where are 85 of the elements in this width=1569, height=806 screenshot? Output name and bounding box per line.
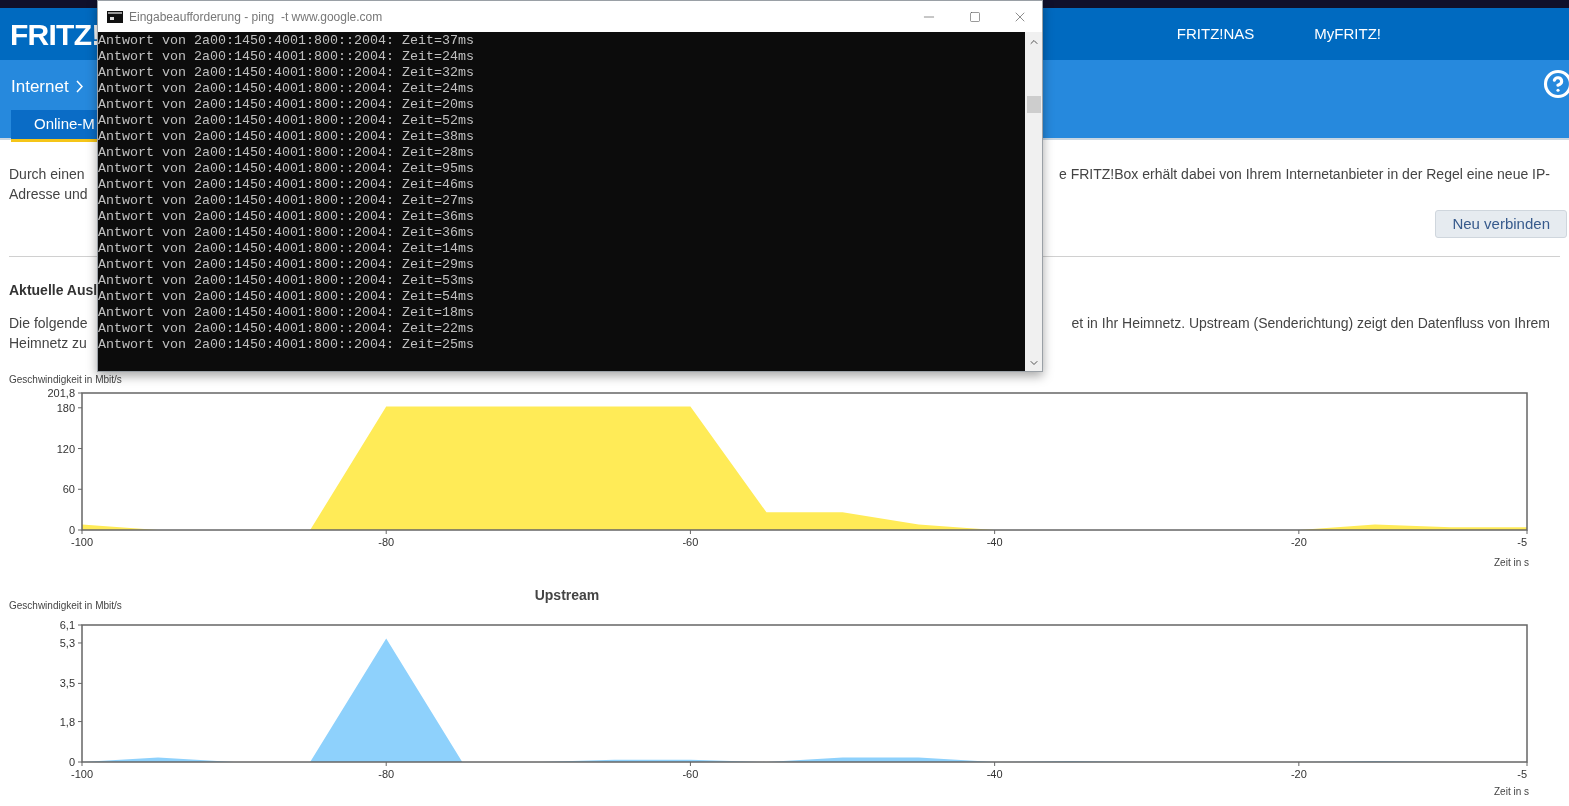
paragraph-text: et in Ihr Heimnetz. Upstream (Senderichtung) zeigt den Datenfluss von Ihrem — [1071, 314, 1550, 333]
y-tick-label: 180 — [56, 401, 75, 414]
scrollbar[interactable] — [1025, 32, 1042, 371]
y-tick-label: 5,3 — [59, 636, 75, 649]
y-tick-label: 5,3 — [59, 636, 83, 649]
x-tick-label: -60 — [682, 529, 699, 548]
x-tick-label: -20 — [1290, 761, 1307, 780]
y-tick-label: 1,8 — [59, 715, 75, 728]
x-tick-label: -100 — [70, 768, 94, 780]
y-tick-label: 1,8 — [59, 715, 83, 728]
x-tick-label: -5 — [1517, 768, 1527, 780]
y-tick-label: 0 — [68, 524, 75, 536]
reconnect-button[interactable]: Neu verbinden — [1435, 210, 1567, 238]
console-line: Antwort von 2a00:1450:4001:800::2004: Zeit=20ms — [98, 97, 474, 113]
console-line: Antwort von 2a00:1450:4001:800::2004: Zeit=18ms — [98, 305, 474, 321]
paragraph-text: Die folgende — [9, 314, 88, 333]
x-tick-label: -40 — [986, 536, 1003, 548]
breadcrumb-link[interactable]: Internet — [11, 74, 69, 100]
x-tick-label: -80 — [378, 761, 395, 780]
x-tick-label: -20 — [1290, 768, 1307, 780]
x-tick-label: -100 — [70, 536, 94, 548]
x-tick-label: -60 — [682, 536, 699, 548]
y-tick-label: 0 — [68, 756, 83, 768]
console-line: Antwort von 2a00:1450:4001:800::2004: Zeit=36ms — [98, 209, 474, 225]
console-line: Antwort von 2a00:1450:4001:800::2004: Zeit=53ms — [98, 273, 474, 289]
console-line: Antwort von 2a00:1450:4001:800::2004: Zeit=95ms — [98, 161, 474, 177]
console-line: Antwort von 2a00:1450:4001:800::2004: Zeit=28ms — [98, 145, 474, 161]
console-line: Antwort von 2a00:1450:4001:800::2004: Zeit=25ms — [98, 337, 474, 353]
console-line: Antwort von 2a00:1450:4001:800::2004: Zeit=38ms — [98, 129, 474, 145]
y-tick-label: 120 — [56, 442, 83, 455]
x-tick-label: -80 — [378, 529, 395, 548]
scroll-thumb[interactable] — [1026, 96, 1041, 113]
window-title: Eingabeaufforderung - ping -t www.google.com — [129, 8, 383, 26]
x-tick-label: -5 — [1517, 761, 1528, 780]
x-tick-label: -20 — [1290, 529, 1307, 548]
console-line: Antwort von 2a00:1450:4001:800::2004: Zeit=29ms — [98, 257, 474, 273]
x-tick-label: -5 — [1517, 529, 1528, 548]
paragraph-text: Heimnetz zu — [9, 334, 87, 353]
console-line: Antwort von 2a00:1450:4001:800::2004: Zeit=24ms — [98, 81, 474, 97]
y-tick-label: 3,5 — [59, 677, 75, 690]
section-heading: Aktuelle Ausl — [9, 281, 98, 300]
paragraph-text: e FRITZ!Box erhält dabei von Ihrem Internetanbieter in der Regel eine neue IP- — [1058, 165, 1550, 184]
y-tick-label: 60 — [62, 483, 83, 496]
x-tick-label: -80 — [378, 536, 395, 548]
x-tick-label: -5 — [1517, 536, 1527, 548]
x-tick-label: -80 — [378, 768, 395, 780]
y-tick-label: 180 — [56, 401, 83, 414]
x-tick-label: -40 — [986, 768, 1003, 780]
console-line: Antwort von 2a00:1450:4001:800::2004: Zeit=22ms — [98, 321, 474, 337]
y-tick-label: 0 — [68, 524, 83, 536]
nav-link[interactable]: FRITZ!NAS — [1176, 22, 1255, 46]
paragraph-text: Adresse und — [9, 185, 88, 204]
nav-link[interactable]: MyFRITZ! — [1314, 22, 1381, 46]
console-icon — [107, 10, 123, 23]
help-icon[interactable] — [1543, 69, 1569, 99]
y-tick-label: 0 — [68, 756, 75, 768]
x-axis-label: Zeit in s — [1494, 557, 1529, 568]
console-line: Antwort von 2a00:1450:4001:800::2004: Zeit=24ms — [98, 49, 474, 65]
console-line: Antwort von 2a00:1450:4001:800::2004: Zeit=32ms — [98, 65, 474, 81]
console-line: Antwort von 2a00:1450:4001:800::2004: Zeit=54ms — [98, 289, 474, 305]
x-tick-label: -60 — [682, 768, 699, 780]
y-axis-label: Geschwindigkeit in Mbit/s — [9, 374, 122, 385]
console-line: Antwort von 2a00:1450:4001:800::2004: Zeit=36ms — [98, 225, 474, 241]
y-tick-label: 201,8 — [47, 387, 83, 399]
chevron-icon — [75, 80, 83, 94]
paragraph-text: Durch einen — [9, 165, 85, 184]
x-tick-label: -40 — [986, 529, 1003, 548]
y-tick-label: 3,5 — [59, 677, 83, 690]
x-tick-label: -60 — [682, 761, 699, 780]
y-axis-label: Geschwindigkeit in Mbit/s — [9, 600, 122, 611]
console-line: Antwort von 2a00:1450:4001:800::2004: Zeit=52ms — [98, 113, 474, 129]
tab[interactable]: Online-M — [11, 109, 97, 142]
y-tick-label: 201,8 — [47, 387, 75, 399]
x-tick-label: -40 — [986, 761, 1003, 780]
console-line: Antwort von 2a00:1450:4001:800::2004: Zeit=46ms — [98, 177, 474, 193]
y-tick-label: 6,1 — [59, 619, 75, 631]
chart-title: Upstream — [534, 587, 600, 603]
console-line: Antwort von 2a00:1450:4001:800::2004: Zeit=14ms — [98, 241, 474, 257]
y-tick-label: 120 — [56, 442, 75, 455]
x-axis-label: Zeit in s — [1494, 786, 1529, 797]
console-line: Antwort von 2a00:1450:4001:800::2004: Zeit=27ms — [98, 193, 474, 209]
x-tick-label: -20 — [1290, 536, 1307, 548]
y-tick-label: 6,1 — [59, 619, 83, 631]
maximize-icon[interactable] — [969, 10, 981, 23]
y-tick-label: 60 — [62, 483, 75, 496]
